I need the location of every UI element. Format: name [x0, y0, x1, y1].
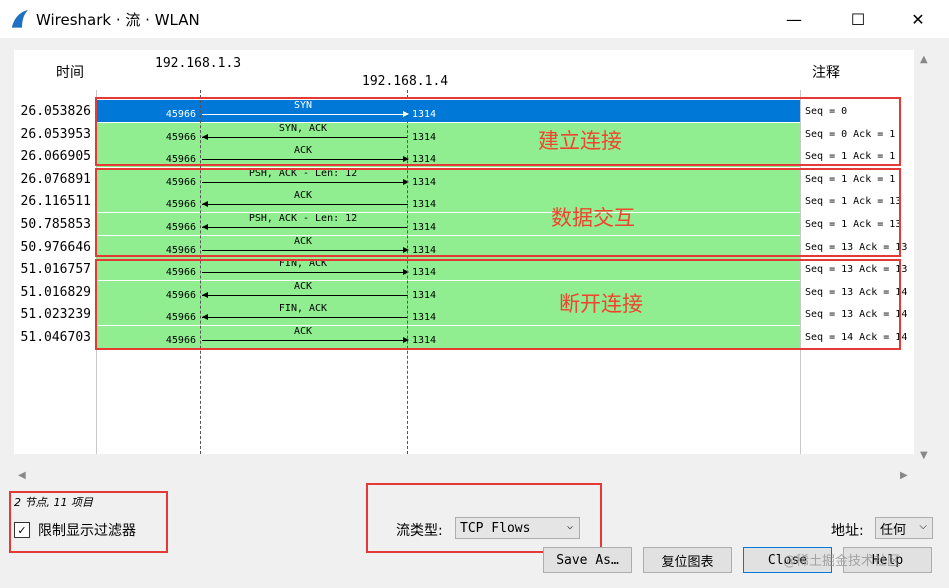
- vertical-scrollbar[interactable]: ▲ ▼: [916, 50, 933, 466]
- flow-type-annotation-box: [366, 483, 602, 553]
- dialog-body: 时间 注释 192.168.1.3 192.168.1.4 26.053826 4…: [0, 38, 949, 588]
- packet-time: 26.116511: [20, 194, 91, 210]
- close-window-button[interactable]: ✕: [895, 0, 941, 38]
- maximize-button[interactable]: ☐: [835, 0, 881, 38]
- connect-annotation-label: 建立连接: [538, 129, 622, 153]
- packet-time: 51.023239: [20, 307, 91, 323]
- address-value: 任何: [880, 522, 907, 538]
- reset-chart-label: 复位图表: [661, 554, 714, 570]
- packet-time: 26.053953: [20, 126, 91, 142]
- packet-time: 26.066905: [20, 149, 91, 165]
- data-annotation-box: [95, 168, 901, 257]
- disconnect-annotation-box: [95, 259, 901, 350]
- host-a-label: 192.168.1.3: [155, 56, 242, 71]
- chevron-down-icon: ⌵: [919, 521, 927, 532]
- connect-annotation-box: [95, 97, 901, 166]
- time-column-header: 时间: [56, 65, 84, 81]
- reset-chart-button[interactable]: 复位图表: [643, 547, 732, 573]
- watermark-text: @稀土掘金技术社区: [783, 554, 901, 569]
- scroll-down-icon[interactable]: ▼: [920, 450, 928, 461]
- packet-time: 50.976646: [20, 239, 91, 255]
- minimize-button[interactable]: —: [771, 0, 817, 38]
- scroll-left-icon[interactable]: ◀: [18, 470, 26, 481]
- packet-time: 50.785853: [20, 217, 91, 232]
- minimize-icon: —: [786, 9, 802, 29]
- packet-time: 26.053826: [20, 104, 91, 119]
- packet-time: 51.046703: [20, 330, 91, 345]
- disconnect-annotation-label: 断开连接: [559, 292, 643, 316]
- comment-column-header: 注释: [812, 65, 840, 81]
- title-bar: Wireshark · 流 · WLAN — ☐ ✕: [0, 0, 949, 38]
- scroll-up-icon[interactable]: ▲: [920, 54, 928, 65]
- scroll-right-icon[interactable]: ▶: [900, 470, 908, 481]
- save-as-button[interactable]: Save As…: [543, 547, 632, 573]
- flow-graph[interactable]: 时间 注释 192.168.1.3 192.168.1.4 26.053826 4…: [14, 50, 914, 454]
- status-annotation-box: [9, 491, 168, 553]
- packet-time: 51.016829: [20, 284, 91, 300]
- save-as-label: Save As…: [556, 552, 619, 568]
- packet-time: 51.016757: [20, 262, 91, 278]
- address-select[interactable]: 任何 ⌵: [875, 517, 933, 539]
- wireshark-fin-icon: [12, 10, 28, 28]
- address-label: 地址:: [831, 523, 864, 539]
- close-icon: ✕: [911, 9, 925, 29]
- host-b-label: 192.168.1.4: [362, 74, 449, 89]
- window-title: Wireshark · 流 · WLAN: [36, 11, 200, 29]
- maximize-icon: ☐: [850, 9, 866, 29]
- data-annotation-label: 数据交互: [551, 206, 635, 230]
- packet-time: 26.076891: [20, 171, 91, 187]
